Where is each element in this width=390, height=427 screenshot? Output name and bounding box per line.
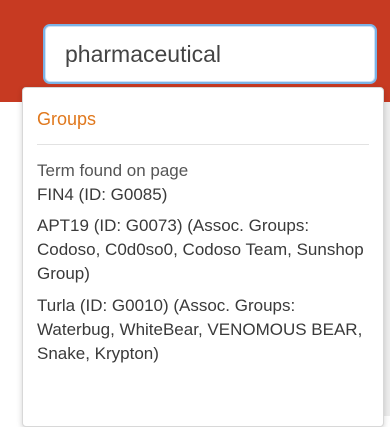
section-title-groups: Groups bbox=[37, 109, 97, 129]
search-input-value: pharmaceutical bbox=[65, 40, 221, 67]
results-list: FIN4 (ID: G0085) APT19 (ID: G0073) (Asso… bbox=[37, 183, 369, 366]
result-item-turla[interactable]: Turla (ID: G0010) (Assoc. Groups: Waterb… bbox=[37, 294, 369, 366]
result-item-apt19[interactable]: APT19 (ID: G0073) (Assoc. Groups: Codoso… bbox=[37, 214, 369, 286]
result-item-fin4[interactable]: FIN4 (ID: G0085) bbox=[37, 183, 369, 207]
search-results-dropdown: Groups Term found on page FIN4 (ID: G008… bbox=[22, 87, 384, 427]
term-found-label: Term found on page bbox=[37, 161, 189, 180]
section-divider bbox=[37, 144, 369, 145]
search-input[interactable]: pharmaceutical bbox=[43, 24, 377, 84]
